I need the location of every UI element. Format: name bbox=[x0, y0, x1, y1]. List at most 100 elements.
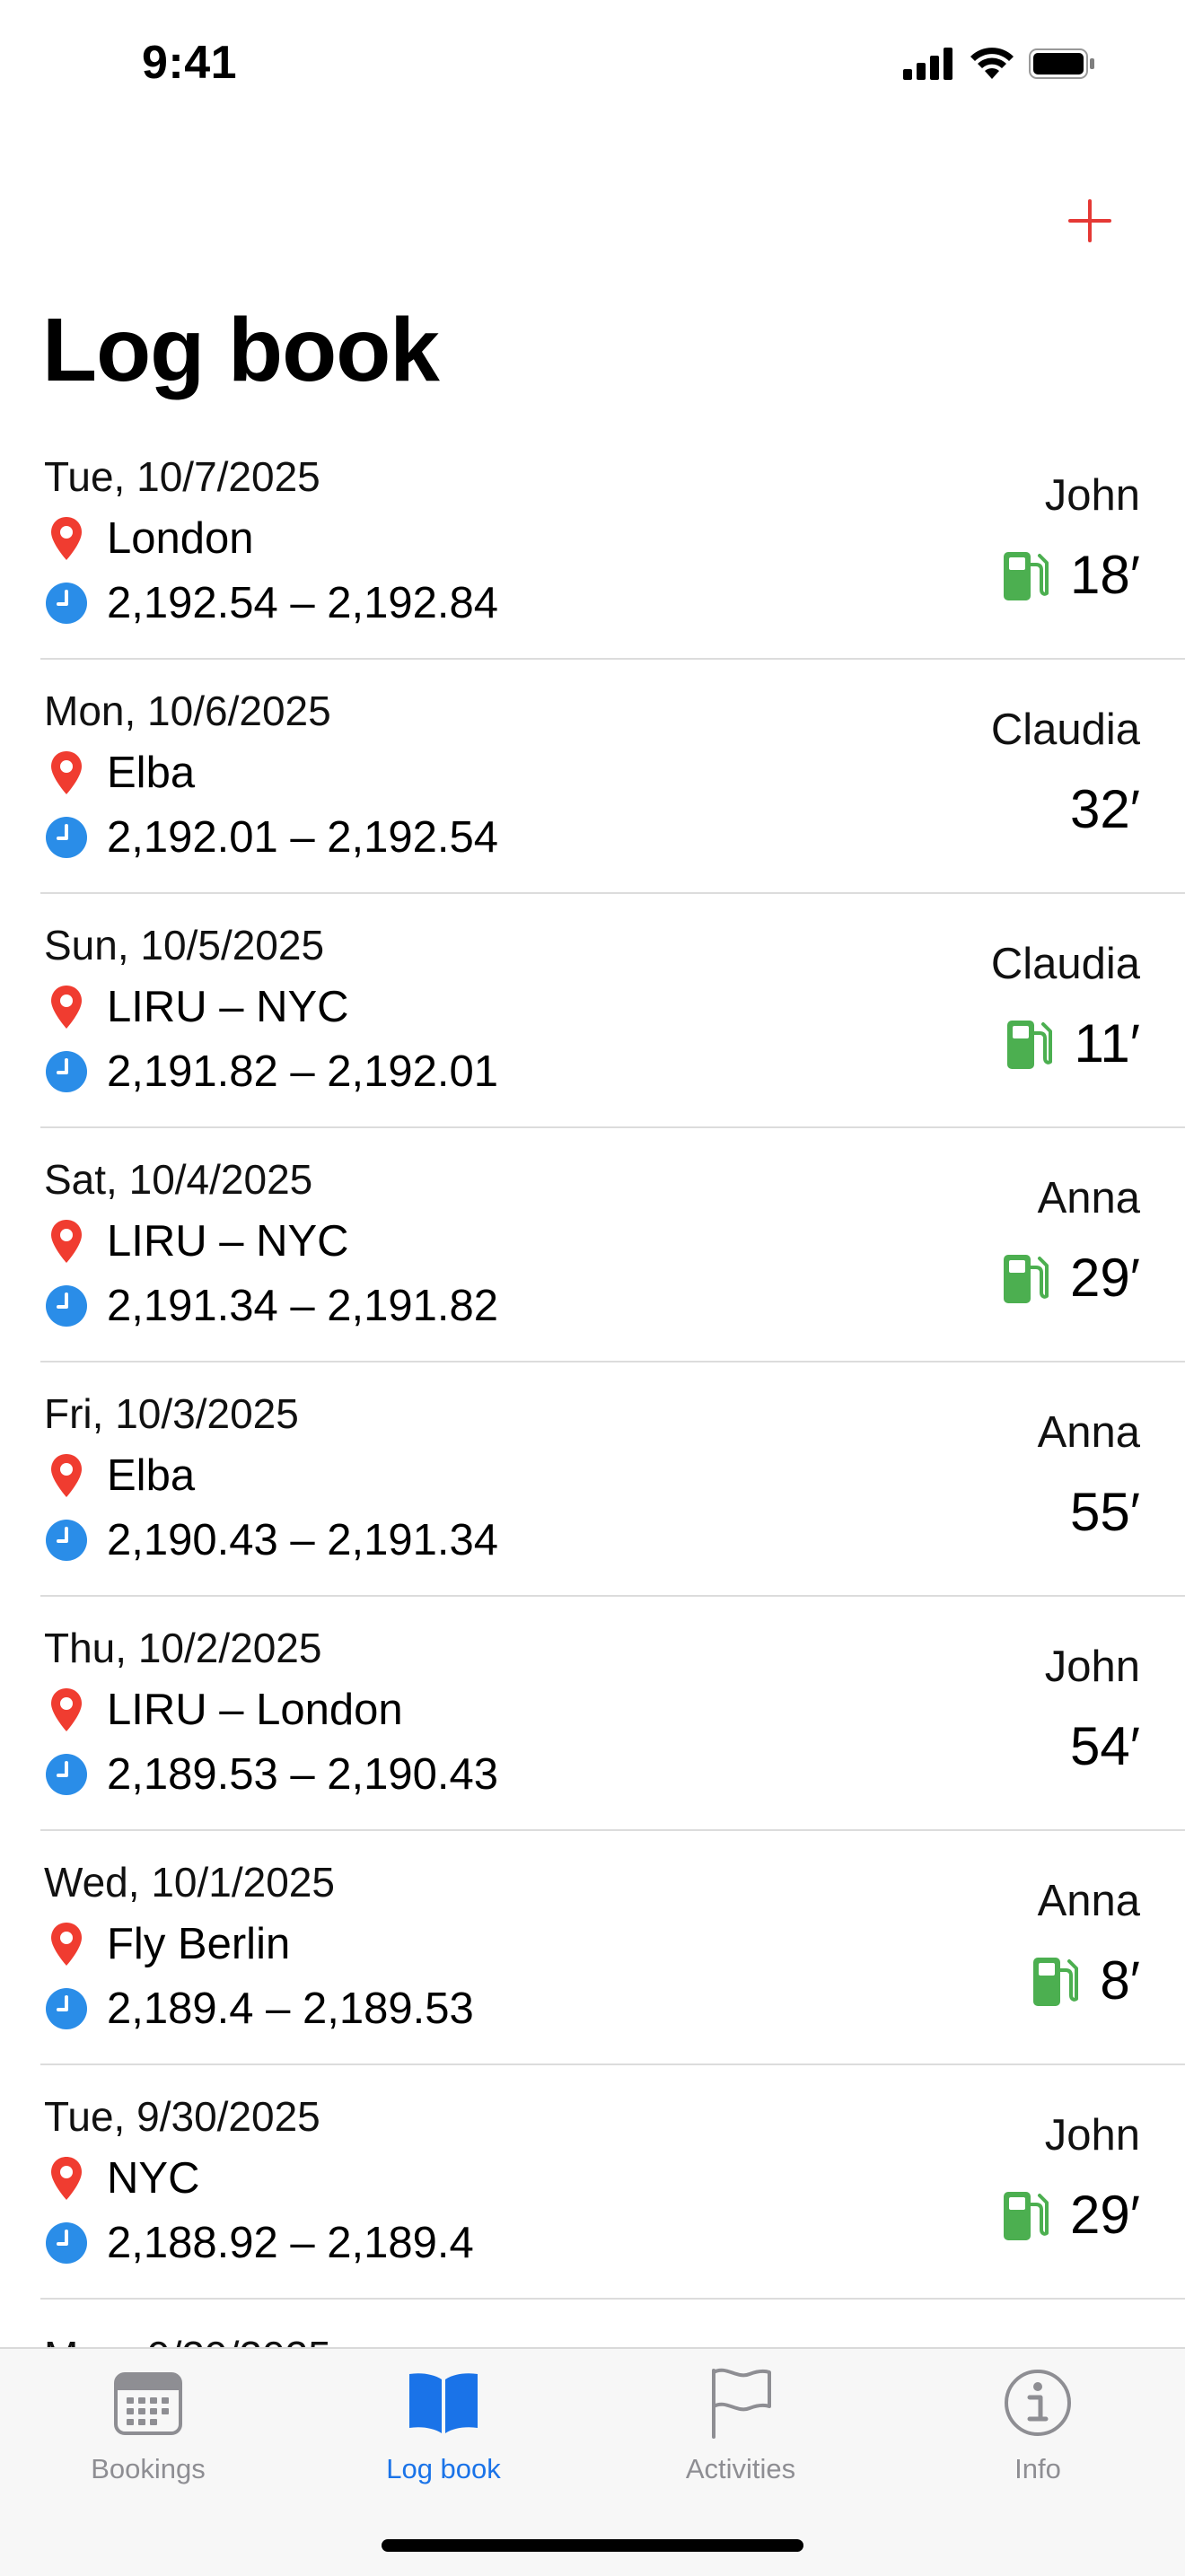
entry-place: Elba bbox=[44, 1450, 195, 1501]
entry-place-label: LIRU – NYC bbox=[107, 983, 349, 1031]
location-pin-icon bbox=[51, 1688, 82, 1731]
entry-date: Wed, 10/1/2025 bbox=[44, 1859, 335, 1906]
entry-duration: 8′ bbox=[1031, 1950, 1140, 2011]
tab-activities[interactable]: Activities bbox=[633, 2358, 848, 2485]
entry-place-label: London bbox=[107, 514, 254, 563]
entry-hours: 2,191.34 – 2,191.82 bbox=[44, 1281, 498, 1331]
list-item[interactable]: Tue, 10/7/2025 London 2,192.54 – 2,192.84 J… bbox=[0, 425, 1185, 660]
entry-hours-label: 2,191.34 – 2,191.82 bbox=[107, 1282, 498, 1330]
location-pin-icon bbox=[51, 1923, 82, 1966]
entry-hours-label: 2,189.53 – 2,190.43 bbox=[107, 1750, 498, 1799]
entry-duration: 11′ bbox=[1005, 1012, 1140, 1074]
entry-duration: 54′ bbox=[1070, 1715, 1140, 1777]
location-pin-icon bbox=[51, 1220, 82, 1263]
log-list: Tue, 10/7/2025 London 2,192.54 – 2,192.84 J… bbox=[0, 425, 1185, 2300]
clock-icon bbox=[46, 1754, 87, 1795]
list-item[interactable]: Wed, 10/1/2025 Fly Berlin 2,189.4 – 2,189.… bbox=[0, 1831, 1185, 2065]
entry-place: Elba bbox=[44, 748, 195, 798]
entry-pilot: John bbox=[1044, 2111, 1140, 2160]
entry-date: Tue, 10/7/2025 bbox=[44, 453, 320, 500]
entry-pilot: John bbox=[1044, 1643, 1140, 1691]
entry-duration-label: 29′ bbox=[1070, 2185, 1140, 2245]
list-item[interactable]: Sun, 10/5/2025 LIRU – NYC 2,191.82 – 2,192… bbox=[0, 894, 1185, 1128]
entry-duration-label: 55′ bbox=[1070, 1482, 1140, 1542]
entry-hours: 2,192.01 – 2,192.54 bbox=[44, 812, 498, 863]
clock-icon bbox=[46, 2222, 87, 2264]
entry-duration-label: 29′ bbox=[1070, 1248, 1140, 1308]
fuel-pump-icon bbox=[1004, 2191, 1049, 2240]
list-item[interactable]: Sat, 10/4/2025 LIRU – NYC 2,191.34 – 2,191… bbox=[0, 1128, 1185, 1362]
entry-hours-label: 2,189.4 – 2,189.53 bbox=[107, 1985, 474, 2033]
entry-hours: 2,191.82 – 2,192.01 bbox=[44, 1047, 498, 1097]
entry-duration: 18′ bbox=[1002, 544, 1140, 606]
entry-hours: 2,189.53 – 2,190.43 bbox=[44, 1749, 498, 1800]
location-pin-icon bbox=[51, 751, 82, 794]
tab-log-book[interactable]: Log book bbox=[336, 2358, 551, 2485]
entry-hours-label: 2,191.82 – 2,192.01 bbox=[107, 1047, 498, 1096]
entry-place: NYC bbox=[44, 2153, 199, 2204]
flag-icon bbox=[712, 2368, 771, 2439]
list-item[interactable]: Tue, 9/30/2025 NYC 2,188.92 – 2,189.4 John 2… bbox=[0, 2065, 1185, 2300]
entry-duration: 29′ bbox=[1002, 1247, 1140, 1309]
fuel-pump-icon bbox=[1004, 1254, 1049, 1303]
entry-date: Fri, 10/3/2025 bbox=[44, 1390, 299, 1437]
entry-hours: 2,190.43 – 2,191.34 bbox=[44, 1515, 498, 1565]
entry-pilot: Claudia bbox=[990, 940, 1140, 988]
fuel-pump-icon bbox=[1007, 1020, 1053, 1069]
entry-hours: 2,188.92 – 2,189.4 bbox=[44, 2218, 474, 2268]
list-item[interactable]: Mon, 10/6/2025 Elba 2,192.01 – 2,192.54 Cla… bbox=[0, 660, 1185, 894]
entry-hours: 2,189.4 – 2,189.53 bbox=[44, 1984, 474, 2034]
entry-date: Sun, 10/5/2025 bbox=[44, 922, 325, 968]
entry-place: Fly Berlin bbox=[44, 1919, 290, 1969]
location-pin-icon bbox=[51, 517, 82, 560]
entry-duration-label: 54′ bbox=[1070, 1716, 1140, 1776]
tab-bookings[interactable]: Bookings bbox=[40, 2358, 256, 2485]
status-time: 9:41 bbox=[142, 37, 238, 89]
clock-icon bbox=[46, 583, 87, 624]
entry-pilot: Claudia bbox=[990, 705, 1140, 754]
clock-icon bbox=[46, 817, 87, 858]
fuel-pump-icon bbox=[1004, 551, 1049, 600]
entry-place: London bbox=[44, 513, 254, 564]
entry-duration: 32′ bbox=[1070, 778, 1140, 840]
entry-duration-label: 11′ bbox=[1074, 1013, 1140, 1073]
entry-place-label: LIRU – NYC bbox=[107, 1217, 349, 1266]
entry-hours-label: 2,192.54 – 2,192.84 bbox=[107, 579, 498, 627]
entry-place-label: Elba bbox=[107, 1451, 196, 1500]
entry-duration: 55′ bbox=[1070, 1481, 1140, 1543]
clock-icon bbox=[46, 1520, 87, 1561]
entry-place: LIRU – NYC bbox=[44, 1216, 349, 1266]
tab-label-info: Info bbox=[1014, 2453, 1061, 2484]
tab-info[interactable]: Info bbox=[930, 2358, 1146, 2485]
entry-date: Mon, 10/6/2025 bbox=[44, 688, 331, 734]
entry-duration-label: 18′ bbox=[1070, 545, 1140, 605]
list-item[interactable]: Thu, 10/2/2025 LIRU – London 2,189.53 – 2,… bbox=[0, 1597, 1185, 1831]
info-icon bbox=[1005, 2370, 1071, 2436]
entry-duration-label: 8′ bbox=[1100, 1950, 1140, 2011]
fuel-pump-icon bbox=[1033, 1957, 1079, 2006]
location-pin-icon bbox=[51, 986, 82, 1029]
entry-duration-label: 32′ bbox=[1070, 779, 1140, 839]
page-title: Log book bbox=[42, 300, 440, 400]
entry-date: Tue, 9/30/2025 bbox=[44, 2093, 320, 2140]
tab-label-activities: Activities bbox=[685, 2453, 796, 2484]
entry-pilot: John bbox=[1044, 471, 1140, 520]
wifi-icon bbox=[970, 48, 1014, 79]
entry-date: Sat, 10/4/2025 bbox=[44, 1156, 313, 1203]
entry-hours-label: 2,188.92 – 2,189.4 bbox=[107, 2219, 474, 2267]
battery-icon bbox=[1029, 48, 1094, 79]
add-entry-button[interactable] bbox=[1065, 196, 1115, 246]
entry-pilot: Anna bbox=[1037, 1174, 1140, 1222]
tab-label-bookings: Bookings bbox=[91, 2453, 206, 2484]
book-icon bbox=[409, 2373, 478, 2433]
entry-place: LIRU – NYC bbox=[44, 982, 349, 1032]
entry-pilot: Anna bbox=[1037, 1877, 1140, 1925]
entry-place-label: Elba bbox=[107, 749, 196, 797]
entry-pilot: Anna bbox=[1037, 1408, 1140, 1457]
calendar-icon bbox=[114, 2372, 182, 2435]
clock-icon bbox=[46, 1988, 87, 2029]
list-item[interactable]: Fri, 10/3/2025 Elba 2,190.43 – 2,191.34 Ann… bbox=[0, 1362, 1185, 1597]
entry-place-label: Fly Berlin bbox=[107, 1920, 291, 1968]
entry-place-label: NYC bbox=[107, 2154, 200, 2203]
status-bar: 9:41 bbox=[0, 0, 1185, 135]
